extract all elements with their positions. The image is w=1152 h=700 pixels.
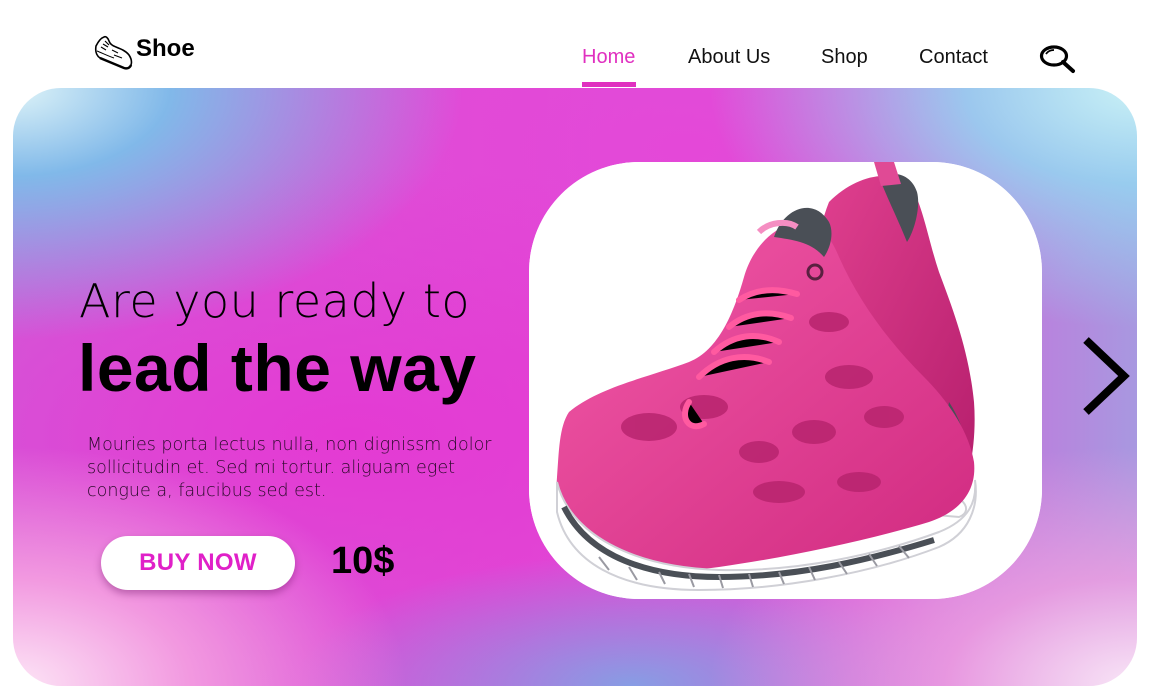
header: Shoe Home About Us Shop Contact — [0, 0, 1152, 88]
nav-home[interactable]: Home — [582, 46, 635, 69]
hero-headline-line1: Are you ready to — [79, 274, 471, 328]
main-nav: Home About Us Shop Contact — [0, 0, 1152, 88]
pink-running-shoes-image — [529, 162, 1042, 599]
chevron-right-icon[interactable] — [1080, 334, 1132, 418]
product-card — [529, 162, 1042, 599]
nav-about-us[interactable]: About Us — [688, 46, 770, 69]
nav-contact[interactable]: Contact — [919, 46, 988, 69]
buy-now-button[interactable]: BUY NOW — [101, 536, 295, 590]
active-nav-indicator — [582, 82, 636, 87]
product-price: 10$ — [331, 540, 395, 582]
nav-shop[interactable]: Shop — [821, 46, 868, 69]
hero-description: Mouries porta lectus nulla, non dignissm… — [87, 435, 492, 501]
search-icon[interactable] — [1039, 44, 1077, 74]
hero-headline-line2: lead the way — [78, 331, 477, 405]
